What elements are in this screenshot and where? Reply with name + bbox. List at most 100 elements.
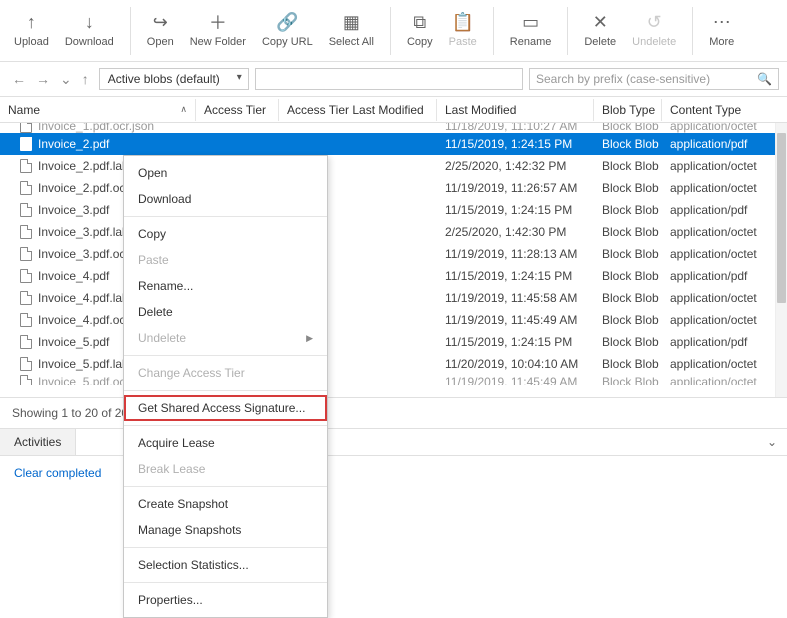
more-icon: ⋯ [713,10,731,34]
cell-last-modified: 11/19/2019, 11:45:58 AM [437,291,594,305]
file-icon [20,181,32,195]
table-row[interactable]: Invoice_4.pdf.ocr.json11/19/2019, 11:45:… [0,309,787,331]
table-row[interactable]: Invoice_3.pdf.ocr.json11/19/2019, 11:28:… [0,243,787,265]
plus-icon: ＋ [209,10,227,34]
table-row[interactable]: Invoice_4.pdf11/15/2019, 1:24:15 PMBlock… [0,265,787,287]
ctx-properties[interactable]: Properties... [124,587,327,613]
scrollbar-thumb[interactable] [777,133,786,303]
file-icon [20,247,32,261]
nav-recent-icon[interactable]: ⌄ [60,71,72,88]
cell-blob-type: Block Blob [594,159,662,173]
file-name: Invoice_3.pdf [38,203,109,217]
file-icon [20,313,32,327]
file-name: Invoice_5.pdf [38,335,109,349]
ctx-create-snapshot[interactable]: Create Snapshot [124,491,327,517]
table-row[interactable]: Invoice_2.pdf.ocr.json11/19/2019, 11:26:… [0,177,787,199]
ctx-undelete: Undelete▶ [124,325,327,351]
delete-button[interactable]: ✕ Delete [576,6,624,52]
cell-blob-type: Block Blob [594,137,662,151]
table-row[interactable]: Invoice_2.pdf.labels.json2/25/2020, 1:42… [0,155,787,177]
ctx-delete[interactable]: Delete [124,299,327,325]
undelete-button: ↺ Undelete [624,6,684,52]
cell-blob-type: Block Blob [594,335,662,349]
nav-back-icon[interactable]: ← [12,71,26,88]
view-dropdown[interactable]: Active blobs (default) [99,68,249,90]
ctx-get-sas[interactable]: Get Shared Access Signature... [124,395,327,421]
cell-last-modified: 11/19/2019, 11:26:57 AM [437,181,594,195]
download-button[interactable]: ↓ Download [57,6,122,52]
path-input[interactable] [255,68,523,90]
copy-label: Copy [407,36,433,48]
file-icon [20,203,32,217]
table-row[interactable]: Invoice_5.pdf.labels.json11/20/2019, 10:… [0,353,787,375]
table-row[interactable]: Invoice_3.pdf11/15/2019, 1:24:15 PMBlock… [0,199,787,221]
copy-icon: ⧉ [413,10,426,34]
cell-last-modified: 11/15/2019, 1:24:15 PM [437,335,594,349]
select-all-button[interactable]: ▦ Select All [321,6,382,52]
table-row[interactable]: Invoice_2.pdf11/15/2019, 1:24:15 PMBlock… [0,133,787,155]
col-content-type[interactable]: Content Type [662,99,787,121]
search-icon: 🔍 [757,72,772,86]
file-icon [20,291,32,305]
cell-content-type: application/octet [662,313,787,327]
table-row[interactable]: Invoice_1.pdf.ocr.json 11/18/2019, 11:10:… [0,123,787,133]
ctx-manage-snapshots[interactable]: Manage Snapshots [124,517,327,543]
cell-last-modified: 11/18/2019, 11:10:27 AM [437,123,594,133]
copy-url-button[interactable]: 🔗 Copy URL [254,6,321,52]
table-row[interactable]: Invoice_4.pdf.labels.json11/19/2019, 11:… [0,287,787,309]
copy-button[interactable]: ⧉ Copy [399,6,441,52]
collapse-activities-icon[interactable]: ⌄ [757,429,787,455]
more-button[interactable]: ⋯ More [701,6,742,52]
ctx-break-lease: Break Lease [124,456,327,482]
ctx-rename[interactable]: Rename... [124,273,327,299]
activities-tab[interactable]: Activities [0,429,76,455]
ctx-selection-stats[interactable]: Selection Statistics... [124,552,327,578]
submenu-indicator-icon: ▶ [306,333,313,344]
cell-blob-type: Block Blob [594,181,662,195]
cell-last-modified: 11/20/2019, 10:04:10 AM [437,357,594,371]
file-icon [20,123,32,133]
col-name[interactable]: Name∧ [0,99,196,121]
cell-last-modified: 11/15/2019, 1:24:15 PM [437,137,594,151]
table-header: Name∧ Access Tier Access Tier Last Modif… [0,97,787,123]
copy-url-label: Copy URL [262,36,313,48]
sort-asc-icon: ∧ [180,104,187,115]
ctx-acquire-lease[interactable]: Acquire Lease [124,430,327,456]
link-icon: 🔗 [276,10,298,34]
file-name: Invoice_1.pdf.ocr.json [38,123,154,133]
table-row[interactable]: Invoice_5.pdf.ocr.json11/19/2019, 11:45:… [0,375,787,385]
table-row[interactable]: Invoice_5.pdf 11/15/2019, 1:24:15 PMBlock… [0,331,787,353]
cell-content-type: application/octet [662,181,787,195]
nav-up-icon[interactable]: ↑ [82,71,89,88]
rename-icon: ▭ [522,10,539,34]
context-menu: Open Download Copy Paste Rename... Delet… [123,155,328,618]
file-icon [20,225,32,239]
ctx-download[interactable]: Download [124,186,327,212]
search-placeholder: Search by prefix (case-sensitive) [536,72,710,86]
search-input[interactable]: Search by prefix (case-sensitive) 🔍 [529,68,779,90]
cell-last-modified: 11/15/2019, 1:24:15 PM [437,203,594,217]
file-icon [20,269,32,283]
col-access-tier[interactable]: Access Tier [196,99,279,121]
cell-content-type: application/octet [662,123,787,133]
vertical-scrollbar[interactable] [775,123,787,397]
new-folder-button[interactable]: ＋ New Folder [182,6,254,52]
ctx-copy[interactable]: Copy [124,221,327,247]
status-text: Showing 1 to 20 of 20 cached items [0,398,787,428]
download-label: Download [65,36,114,48]
rename-button[interactable]: ▭ Rename [502,6,560,52]
paste-label: Paste [449,36,477,48]
nav-forward-icon[interactable]: → [36,71,50,88]
view-dropdown-label: Active blobs (default) [108,72,220,86]
clear-completed-link[interactable]: Clear completed [14,466,101,480]
ctx-open[interactable]: Open [124,160,327,186]
upload-icon: ↑ [27,10,36,34]
upload-button[interactable]: ↑ Upload [6,6,57,52]
table-row[interactable]: Invoice_3.pdf.labels.json2/25/2020, 1:42… [0,221,787,243]
col-blob-type[interactable]: Blob Type [594,99,662,121]
open-button[interactable]: ↪ Open [139,6,182,52]
col-access-tier-modified[interactable]: Access Tier Last Modified [279,99,437,121]
col-last-modified[interactable]: Last Modified [437,99,594,121]
ctx-change-tier: Change Access Tier [124,360,327,386]
cell-last-modified: 2/25/2020, 1:42:32 PM [437,159,594,173]
